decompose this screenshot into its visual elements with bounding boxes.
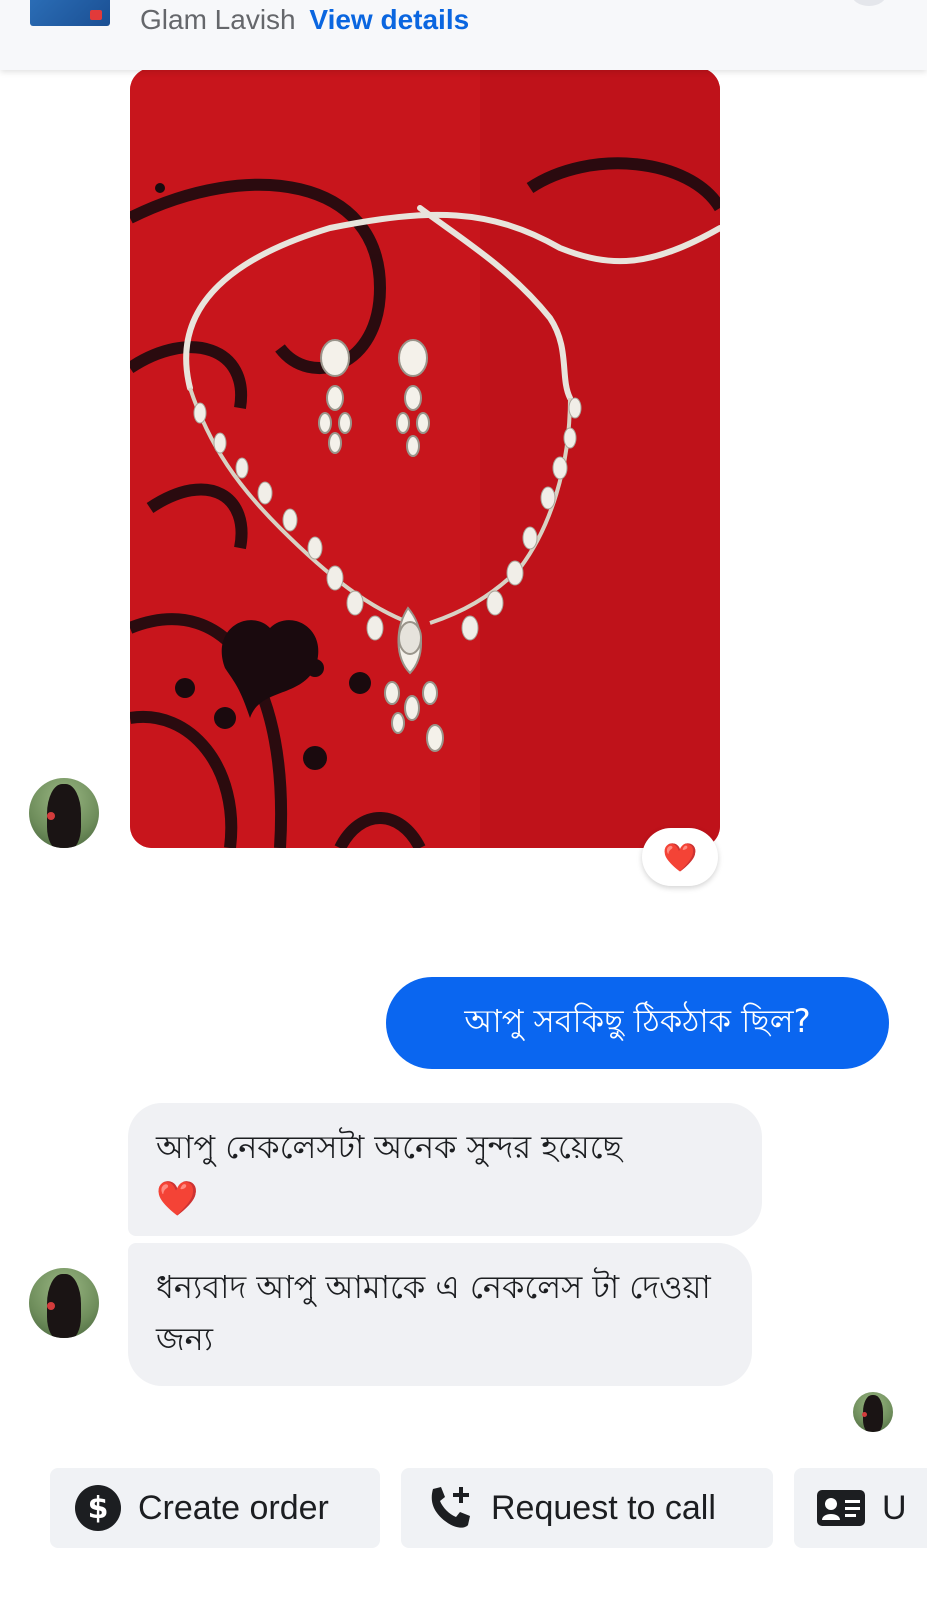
incoming-message[interactable]: আপু নেকলেসটা অনেক সুন্দর হয়েছে ❤️ [128, 1103, 762, 1236]
contact-info-button[interactable]: U [794, 1468, 927, 1548]
outgoing-message[interactable]: আপু সবকিছু ঠিকঠাক ছিল? [386, 977, 889, 1069]
heart-reaction[interactable]: ❤️ [642, 828, 718, 886]
product-thumbnail[interactable] [30, 0, 110, 26]
view-details-link[interactable]: View details [309, 4, 469, 35]
sender-avatar[interactable] [29, 778, 99, 848]
seen-avatar [853, 1392, 893, 1432]
request-to-call-button[interactable]: Request to call [401, 1468, 773, 1548]
page-name: Glam Lavish [140, 4, 296, 35]
create-order-button[interactable]: $ Create order [50, 1468, 380, 1548]
create-order-label: Create order [138, 1488, 329, 1527]
incoming-message-text: ধন্যবাদ আপু আমাকে এ নেকলেস টা দেওয়া জন্… [156, 1268, 711, 1358]
dollar-icon: $ [74, 1484, 122, 1532]
chat-header: Glam Lavish View details [0, 0, 927, 70]
incoming-message[interactable]: ধন্যবাদ আপু আমাকে এ নেকলেস টা দেওয়া জন্… [128, 1243, 752, 1386]
outgoing-message-text: আপু সবকিছু ঠিকঠাক ছিল? [464, 1002, 811, 1040]
heart-icon: ❤️ [156, 1179, 199, 1219]
quick-actions-bar: $ Create order Request to call U [0, 1468, 927, 1550]
phone-plus-icon [425, 1483, 475, 1533]
product-photo[interactable] [130, 68, 720, 848]
heart-icon: ❤️ [662, 840, 698, 874]
header-title: Glam Lavish View details [140, 4, 469, 36]
header-corner-button[interactable] [851, 0, 887, 6]
request-to-call-label: Request to call [491, 1488, 716, 1527]
sender-avatar[interactable] [29, 1268, 99, 1338]
contact-info-label: U [882, 1488, 907, 1527]
svg-text:$: $ [88, 1491, 109, 1526]
contact-card-icon [816, 1488, 866, 1528]
incoming-message-text: আপু নেকলেসটা অনেক সুন্দর হয়েছে [156, 1128, 623, 1166]
